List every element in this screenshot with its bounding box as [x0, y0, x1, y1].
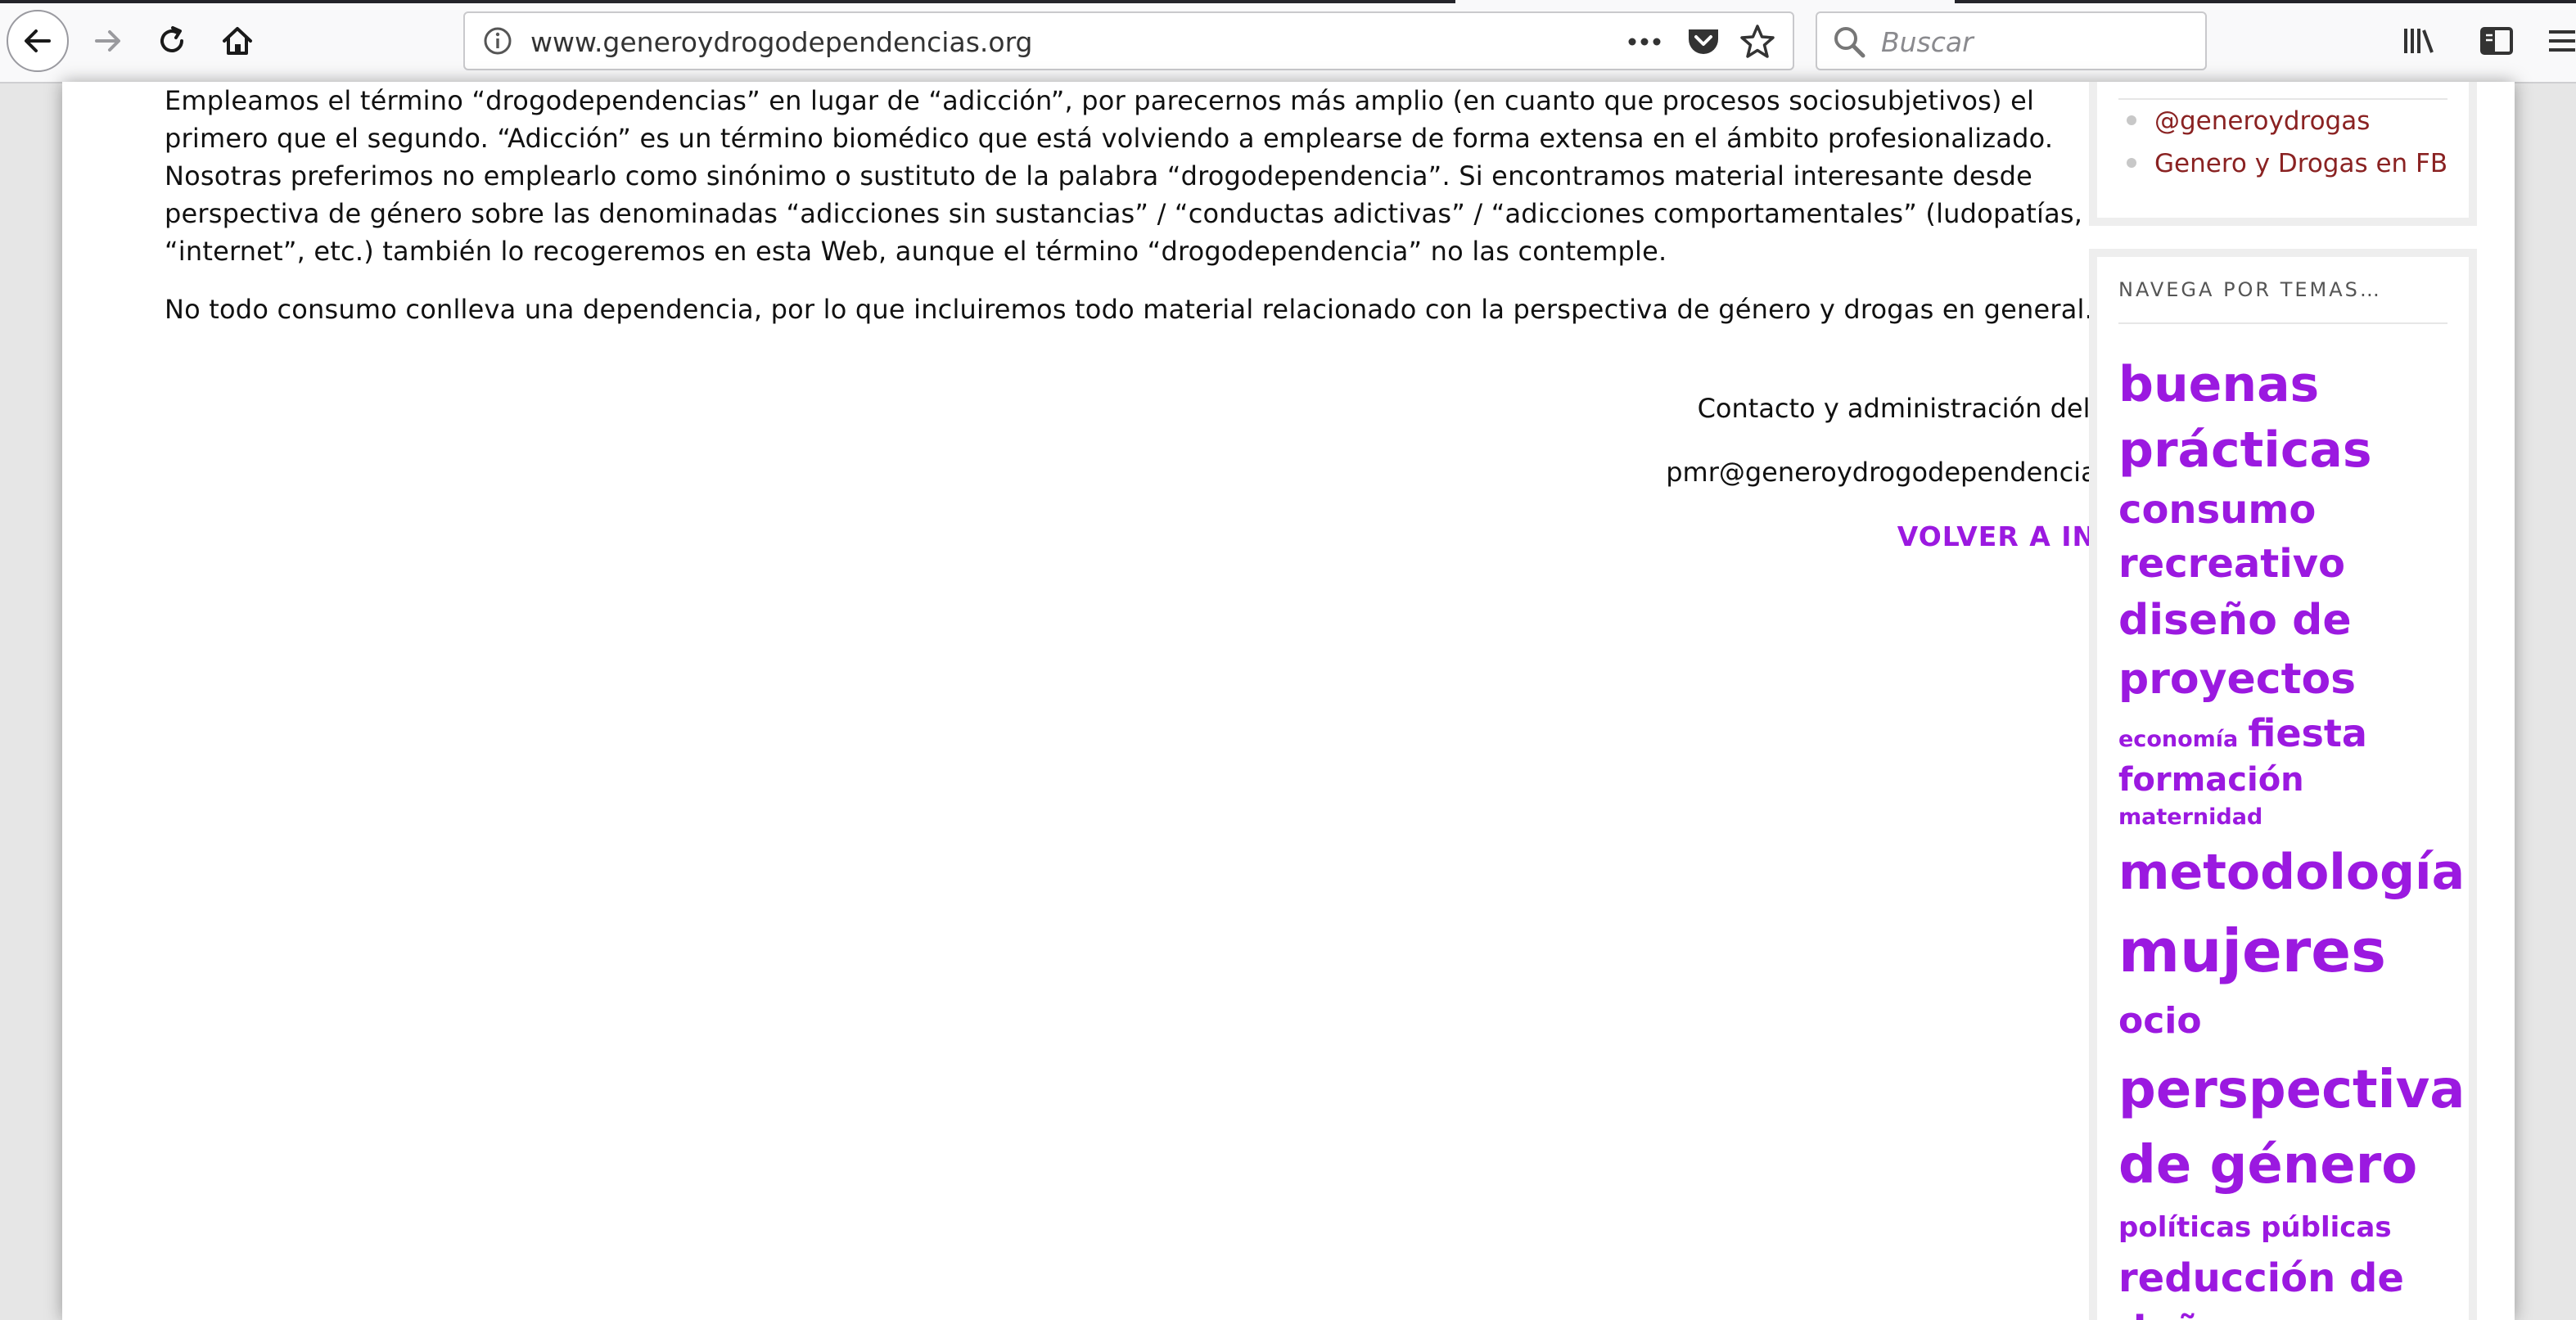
tag-row: buenas	[2118, 352, 2487, 417]
tag-row: recreativo	[2118, 537, 2487, 591]
back-button[interactable]	[7, 10, 69, 72]
menu-button[interactable]	[2546, 16, 2576, 65]
tag-row: economía fiesta	[2118, 709, 2487, 758]
tag-link[interactable]: economía	[2118, 727, 2238, 752]
tag-row: prácticas	[2118, 417, 2487, 483]
widget-divider	[2118, 98, 2447, 100]
tag-link[interactable]: formación	[2118, 761, 2304, 799]
paragraph-consumption: No todo consumo conlleva una dependencia…	[165, 294, 2094, 325]
facebook-link[interactable]: Genero y Drogas en FB	[2127, 149, 2447, 178]
paragraph-terminology: Empleamos el término “drogodependencias”…	[165, 85, 2083, 267]
tag-link[interactable]: perspectiva	[2118, 1060, 2465, 1120]
contact-email: pmr@generoydrogodependencias.org	[1666, 457, 2162, 488]
tag-link[interactable]: mujeres	[2118, 917, 2386, 985]
arrow-right-icon	[95, 30, 120, 52]
library-icon	[2404, 29, 2434, 53]
pocket-icon[interactable]	[1683, 23, 1724, 61]
tag-link[interactable]: reducción de	[2118, 1255, 2404, 1301]
browser-toolbar: www.generoydrogodependencias.org Buscar	[0, 0, 2576, 83]
search-placeholder: Buscar	[1881, 26, 1974, 58]
tag-link[interactable]: buenas	[2118, 356, 2319, 413]
search-bar[interactable]: Buscar	[1816, 11, 2207, 70]
bullet-icon	[2127, 157, 2136, 168]
bullet-icon	[2127, 115, 2136, 125]
search-icon	[1834, 27, 1865, 58]
page-actions-icon[interactable]	[1622, 23, 1667, 61]
arrow-left-icon	[25, 29, 51, 52]
tag-link[interactable]: maternidad	[2118, 804, 2262, 830]
social-links-widget: @generoydrogas Genero y Drogas en FB	[2089, 82, 2477, 226]
sidebar-toggle-button[interactable]	[2472, 16, 2521, 65]
tag-row: ocio	[2118, 990, 2487, 1052]
reload-icon	[160, 26, 183, 52]
tag-cloud: buenas prácticas consumo recreativo diseño d…	[2118, 352, 2487, 1320]
widget-title: NAVEGA POR TEMAS…	[2118, 278, 2382, 301]
library-button[interactable]	[2393, 16, 2443, 65]
tag-cloud-widget: NAVEGA POR TEMAS… buenas prácticas consumo…	[2089, 249, 2477, 1320]
web-page: Empleamos el término “drogodependencias”…	[62, 82, 2515, 1320]
tag-link[interactable]: fiesta	[2248, 711, 2367, 755]
facebook-link-label[interactable]: Genero y Drogas en FB	[2154, 149, 2447, 178]
tab-strip-edge	[0, 0, 2576, 3]
tag-link[interactable]: consumo	[2118, 487, 2316, 533]
tag-link[interactable]: ocio	[2118, 1000, 2202, 1042]
tag-row: perspectiva	[2118, 1052, 2487, 1128]
tag-row: reducción de	[2118, 1252, 2487, 1304]
twitter-link-label[interactable]: @generoydrogas	[2154, 106, 2370, 136]
tag-row: proyectos	[2118, 650, 2487, 709]
home-icon	[223, 27, 252, 55]
tag-link[interactable]: recreativo	[2118, 541, 2345, 587]
tag-link[interactable]: prácticas	[2118, 421, 2372, 479]
tag-row: consumo	[2118, 483, 2487, 537]
tag-link[interactable]: políticas públicas	[2118, 1211, 2392, 1244]
tag-row: formación	[2118, 758, 2487, 802]
tag-row: diseño de	[2118, 591, 2487, 650]
bookmark-star-icon[interactable]	[1737, 21, 1778, 62]
info-icon[interactable]	[481, 25, 514, 57]
reload-button[interactable]	[146, 15, 198, 67]
sidebar-icon	[2480, 27, 2513, 55]
tag-link[interactable]: daños	[2118, 1308, 2251, 1320]
tag-link[interactable]: de género	[2118, 1135, 2417, 1196]
widget-divider	[2118, 322, 2447, 324]
tag-row: mujeres	[2118, 912, 2487, 990]
address-bar[interactable]: www.generoydrogodependencias.org	[463, 11, 1794, 70]
tag-row: políticas públicas	[2118, 1203, 2487, 1252]
tag-row: maternidad	[2118, 802, 2487, 833]
tag-row: de género	[2118, 1128, 2487, 1203]
url-text[interactable]: www.generoydrogodependencias.org	[530, 26, 1033, 58]
twitter-link[interactable]: @generoydrogas	[2127, 106, 2370, 136]
forward-button[interactable]	[82, 15, 134, 67]
tag-row: metodología	[2118, 833, 2487, 912]
tag-row: daños	[2118, 1304, 2487, 1320]
tag-link[interactable]: diseño de	[2118, 596, 2352, 645]
tag-link[interactable]: proyectos	[2118, 655, 2356, 704]
hamburger-icon	[2549, 30, 2575, 52]
tag-link[interactable]: metodología	[2118, 844, 2465, 901]
home-button[interactable]	[211, 15, 264, 67]
